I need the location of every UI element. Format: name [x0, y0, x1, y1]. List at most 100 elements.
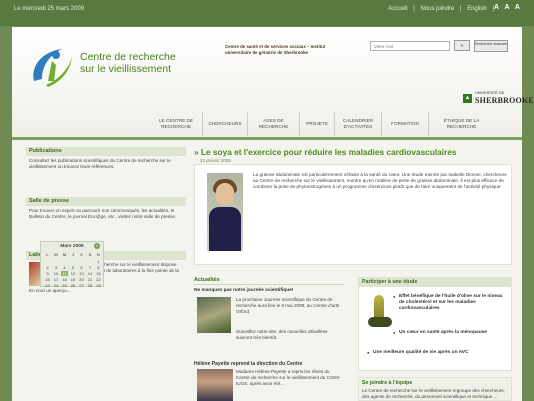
study-title[interactable]: Participer à une étude — [359, 278, 511, 287]
news-item-2-title[interactable]: Hélène Payette reprend la direction du C… — [194, 361, 302, 367]
calendar-day[interactable]: 25 — [61, 283, 68, 288]
site-header: Centre de recherche sur le vieillissemen… — [12, 27, 534, 137]
photo-face — [216, 183, 234, 205]
feature-title[interactable]: » Le soya et l'exercice pour réduire les… — [194, 147, 457, 157]
join-text: Le Centre de recherche sur le vieillisse… — [362, 388, 505, 399]
day-header: V — [80, 252, 83, 257]
olives — [368, 317, 392, 327]
calendar-day[interactable]: 13 — [78, 271, 85, 276]
calendar-day[interactable]: 21 — [87, 277, 94, 282]
calendar-day[interactable]: 7 — [87, 265, 94, 270]
nav-formation[interactable]: FORMATION — [381, 112, 428, 136]
news-title[interactable]: Actualités — [194, 277, 344, 285]
calendar-day[interactable]: 22 — [95, 277, 102, 282]
calendar-day[interactable]: 9 — [44, 271, 51, 276]
nav-projets[interactable]: PROJETS — [299, 112, 334, 136]
calendar-day[interactable]: 20 — [78, 277, 85, 282]
calendar-day[interactable]: 1 — [95, 259, 102, 264]
main-navigation: LE CENTRE DE RECHERCHE CHERCHEURS AXES D… — [150, 112, 522, 137]
researcher-photo — [207, 173, 243, 251]
logo-icon[interactable] — [26, 41, 78, 89]
calendar-day[interactable]: 18 — [61, 277, 68, 282]
study-item-avc[interactable]: Une meilleure qualité de vie après un AV… — [367, 350, 483, 356]
calendar-day[interactable]: 24 — [53, 283, 60, 288]
calendar-day[interactable]: 26 — [70, 283, 77, 288]
calendar-week: 16 17 18 19 20 21 22 — [44, 277, 102, 282]
calendar-widget: Mars 2009 » L M M J V S D 1 2 3 4 5 6 7 8 9 10 11 1… — [40, 241, 104, 288]
feature-box: La graisse abdominale est particulièreme… — [194, 164, 512, 265]
university-logo[interactable]: ▲ UNIVERSITÉ DE SHERBROOKE — [463, 89, 534, 109]
press-title[interactable]: Salle de presse — [26, 197, 186, 206]
news-item-1-more: Surveillez notre site, des nouvelles dét… — [236, 329, 328, 340]
nav-chercheurs[interactable]: CHERCHEURS — [202, 112, 247, 136]
day-header: M — [62, 252, 67, 257]
calendar-day[interactable]: 10 — [53, 271, 60, 276]
publications-title[interactable]: Publications — [26, 147, 186, 156]
join-title[interactable]: Se joindre à l'équipe — [359, 378, 511, 388]
olive-oil-icon — [368, 295, 394, 329]
institution-name: Centre de santé et de services sociaux –… — [225, 44, 326, 55]
brand-line-1: Centre de recherche — [80, 51, 176, 63]
day-header: S — [88, 252, 92, 257]
day-header: J — [71, 252, 75, 257]
font-size-controls[interactable]: A A A — [494, 4, 522, 11]
news-item-1-photo[interactable] — [197, 297, 231, 333]
site-name[interactable]: Centre de recherche sur le vieillissemen… — [80, 51, 176, 75]
calendar-week: 1 — [44, 259, 102, 264]
page-container: Centre de recherche sur le vieillissemen… — [12, 27, 534, 401]
university-emblem-icon: ▲ — [463, 94, 472, 103]
calendar-day-headers: L M M J V S D — [44, 252, 102, 257]
calendar-next-button[interactable]: » — [94, 243, 100, 249]
calendar-day[interactable]: 28 — [87, 283, 94, 288]
calendar-day[interactable]: 8 — [95, 265, 102, 270]
search-input[interactable] — [370, 41, 450, 51]
calendar-day — [87, 259, 94, 264]
calendar-day[interactable]: 15 — [95, 271, 102, 276]
study-item-menopause[interactable]: Un cœur en santé après la ménopause — [393, 330, 509, 336]
contact-link[interactable]: Nous joindre — [420, 6, 454, 12]
nav-ethique[interactable]: ÉTHIQUE DE LA RECHERCHE — [428, 112, 494, 136]
nav-axes[interactable]: AXES DE RECHERCHE — [247, 112, 299, 136]
calendar-day[interactable]: 23 — [44, 283, 51, 288]
separator: | — [413, 6, 415, 12]
calendar-day[interactable]: 12 — [70, 271, 77, 276]
day-header: M — [54, 252, 58, 257]
photo-body — [209, 207, 241, 251]
press-box: Salle de presse Pour trouver un expert o… — [26, 197, 186, 222]
publications-box: Publications Consultez les publications … — [26, 147, 186, 172]
calendar-day[interactable]: 4 — [61, 265, 68, 270]
utility-links: Accueil | Nous joindre | English | — [386, 6, 496, 12]
calendar-day[interactable]: 5 — [70, 265, 77, 270]
calendar-day[interactable]: 3 — [53, 265, 60, 270]
day-header: L — [46, 252, 49, 257]
english-link[interactable]: English — [467, 6, 487, 12]
press-text: Pour trouver un expert ou parcourir nos … — [29, 208, 177, 219]
news-item-1-title[interactable]: Ne manquez pas notre journée scientifiqu… — [194, 288, 293, 293]
search-submit-button[interactable]: » — [454, 40, 470, 51]
study-item-olive-oil[interactable]: Effet bénéfique de l'huile d'olive sur l… — [393, 294, 509, 312]
calendar-day[interactable]: 17 — [53, 277, 60, 282]
calendar-day[interactable]: 14 — [87, 271, 94, 276]
calendar-day[interactable]: 27 — [78, 283, 85, 288]
calendar-day[interactable]: 16 — [44, 277, 51, 282]
home-link[interactable]: Accueil — [388, 6, 407, 12]
calendar-day[interactable]: 11 — [61, 271, 68, 276]
calendar-day[interactable]: 29 — [95, 283, 102, 288]
calendar-day[interactable]: 6 — [78, 265, 85, 270]
university-small-label: UNIVERSITÉ DE — [475, 91, 505, 95]
study-box: Participer à une étude Effet bénéfique d… — [358, 277, 512, 371]
calendar-day[interactable]: 2 — [44, 265, 51, 270]
labs-more-link[interactable]: En voici un aperçu... — [29, 288, 71, 293]
news-item-2-photo[interactable] — [197, 369, 233, 401]
calendar-week: 9 10 11 12 13 14 15 — [44, 271, 102, 276]
calendar-day[interactable]: 19 — [70, 277, 77, 282]
feature-date: 22 janvier 2009 — [200, 158, 231, 163]
nav-le-centre[interactable]: LE CENTRE DE RECHERCHE — [150, 112, 202, 136]
publications-text: Consultez les publications scientifiques… — [29, 158, 171, 169]
calendar-day — [44, 259, 51, 264]
university-name: SHERBROOKE — [475, 96, 534, 105]
advanced-search-button[interactable]: Recherche avancée — [474, 40, 508, 52]
nav-calendrier[interactable]: CALENDRIER D'ACTIVITÉS — [334, 112, 381, 136]
current-date: Le mercredi 25 mars 2009 — [14, 6, 85, 12]
calendar-day — [53, 259, 60, 264]
